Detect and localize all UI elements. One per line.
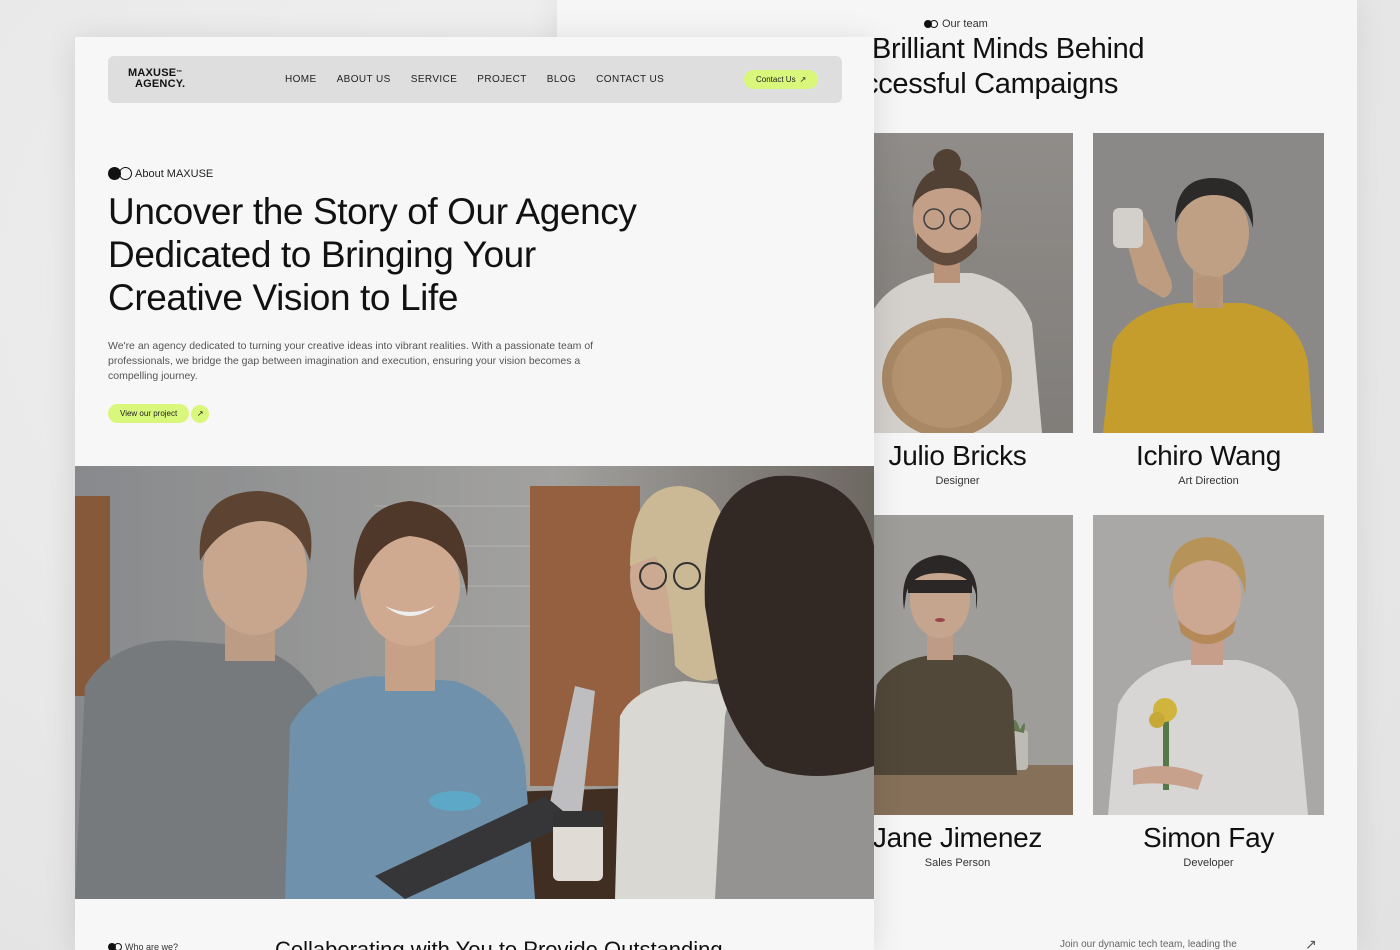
dots-icon: [924, 20, 938, 28]
join-text: Join our dynamic tech team, leading the: [1060, 939, 1237, 950]
member-photo-simon[interactable]: [1093, 515, 1324, 815]
member-name: Julio Bricks: [888, 440, 1027, 471]
member-role: Designer: [935, 475, 980, 487]
view-project-cta[interactable]: View our project ↗: [108, 404, 210, 423]
nav-about-us[interactable]: ABOUT US: [337, 74, 391, 85]
member-photo-ichiro[interactable]: [1093, 133, 1324, 433]
team-title: Brilliant Minds Behind ccessful Campaign…: [864, 32, 1145, 102]
nav-project[interactable]: PROJECT: [477, 74, 526, 85]
member-photo-julio[interactable]: [842, 133, 1073, 433]
team-eyebrow: Our team: [924, 18, 988, 30]
logo-tm: ™: [176, 70, 183, 76]
hero-description: We're an agency dedicated to turning you…: [108, 340, 594, 382]
who-eyebrow: Who are we?: [108, 942, 178, 950]
hero-team-photo: [75, 466, 874, 899]
contact-us-button[interactable]: Contact Us ↗: [744, 70, 819, 89]
contact-us-label: Contact Us: [756, 75, 796, 84]
logo[interactable]: MAXUSE™ AGENCY.: [128, 68, 185, 90]
team-eyebrow-label: Our team: [942, 18, 988, 30]
hero-title: Uncover the Story of Our Agency Dedicate…: [108, 191, 637, 318]
navbar: MAXUSE™ AGENCY. HOME ABOUT US SERVICE PR…: [108, 56, 842, 103]
dots-icon: [108, 167, 132, 180]
member-name: Ichiro Wang: [1135, 440, 1282, 471]
member-role: Art Direction: [1178, 475, 1239, 487]
team-title-line1: Brilliant Minds Behind: [872, 33, 1145, 65]
team-title-line2: ccessful Campaigns: [864, 68, 1119, 100]
view-project-button[interactable]: View our project: [108, 404, 190, 423]
collab-heading: Collaborating with You to Provide Outsta…: [275, 937, 723, 950]
about-page: MAXUSE™ AGENCY. HOME ABOUT US SERVICE PR…: [75, 37, 874, 950]
arrow-up-right-icon[interactable]: ↗: [1305, 936, 1317, 950]
nav-service[interactable]: SERVICE: [411, 74, 458, 85]
nav-home[interactable]: HOME: [285, 74, 317, 85]
member-role: Developer: [1183, 857, 1234, 869]
member-photo-jane[interactable]: [842, 515, 1073, 815]
about-eyebrow-label: About MAXUSE: [135, 167, 214, 180]
arrow-up-right-icon: ↗: [799, 75, 807, 84]
member-role: Sales Person: [924, 857, 991, 869]
about-eyebrow: About MAXUSE: [108, 167, 213, 180]
member-name: Simon Fay: [1142, 822, 1275, 853]
nav-blog[interactable]: BLOG: [547, 74, 576, 85]
arrow-up-right-icon[interactable]: ↗: [191, 404, 210, 423]
member-name: Jane Jimenez: [872, 822, 1043, 853]
nav-links: HOME ABOUT US SERVICE PROJECT BLOG CONTA…: [285, 74, 664, 85]
who-eyebrow-label: Who are we?: [125, 942, 179, 950]
nav-contact-us[interactable]: CONTACT US: [596, 74, 664, 85]
dots-icon: [108, 943, 122, 950]
logo-line2: AGENCY.: [135, 78, 186, 90]
